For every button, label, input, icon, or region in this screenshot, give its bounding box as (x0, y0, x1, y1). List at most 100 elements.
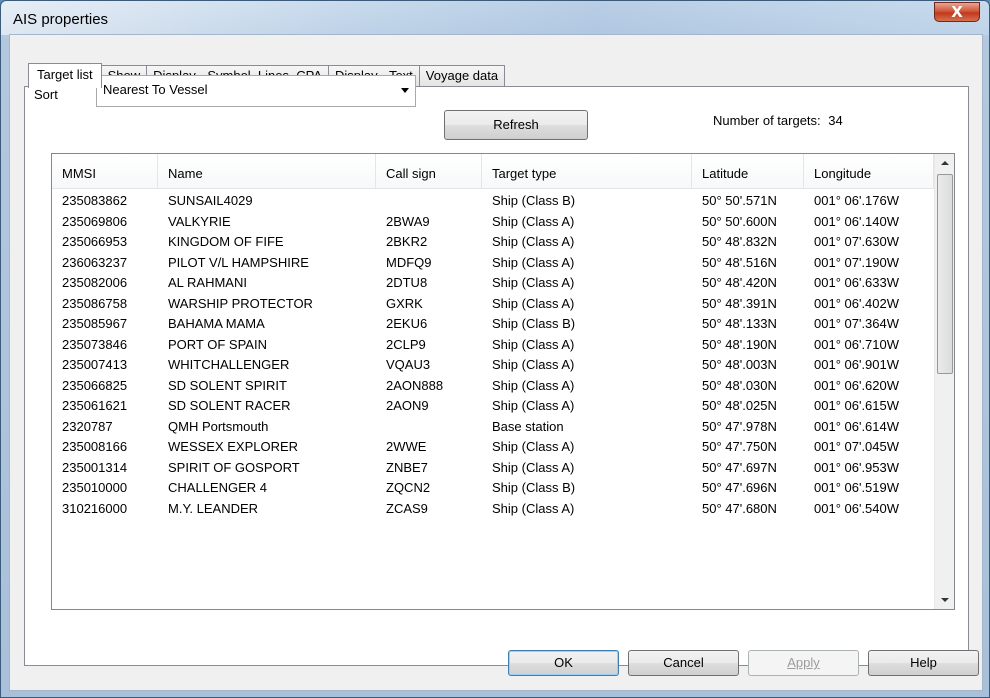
table-row[interactable]: 2320787 QMH Portsmouth Base station 50° 47'… (52, 417, 934, 438)
cell-name: M.Y. LEANDER (168, 500, 259, 516)
cell-target-type: Ship (Class A) (492, 500, 575, 516)
cell-mmsi: 235010000 (62, 480, 128, 495)
cell-target-type: Ship (Class A) (492, 357, 575, 372)
window-title: AIS properties (13, 11, 109, 28)
table-row[interactable]: 235061621 SD SOLENT RACER 2AON9 Ship (Class… (52, 396, 934, 417)
table-row[interactable]: 235010000 CHALLENGER 4 ZQCN2 Ship (Class B)… (52, 478, 934, 499)
target-list-table[interactable]: MMSI Name Call sign Target type Latitude… (51, 153, 955, 610)
table-row[interactable]: 235007413 WHITCHALLENGER VQAU3 Ship (Class … (52, 355, 934, 376)
chevron-down-icon (401, 88, 409, 93)
cell-latitude: 50° 50'.571N (702, 193, 777, 208)
cell-name: AL RAHMANI (168, 275, 247, 290)
cell-latitude: 50° 48'.003N (702, 357, 777, 372)
help-button[interactable]: Help (868, 650, 979, 676)
cell-target-type: Ship (Class A) (492, 295, 575, 311)
column-header-name[interactable]: Name (158, 154, 376, 188)
cell-longitude: 001° 06'.615W (814, 398, 900, 413)
cell-latitude: 50° 47'.696N (702, 480, 777, 495)
column-header-mmsi[interactable]: MMSI (52, 154, 158, 188)
cell-mmsi: 235066953 (62, 234, 128, 249)
ok-button[interactable]: OK (508, 650, 619, 676)
sort-dropdown[interactable]: Nearest To Vessel (96, 75, 416, 107)
cell-longitude: 001° 07'.045W (814, 439, 900, 454)
arrow-up-icon[interactable] (935, 154, 954, 172)
cell-target-type: Ship (Class B) (492, 316, 576, 331)
cell-longitude: 001° 07'.630W (814, 234, 900, 249)
table-row[interactable]: 310216000 M.Y. LEANDER ZCAS9 Ship (Class A)… (52, 499, 934, 520)
cell-target-type: Ship (Class B) (492, 193, 576, 208)
cell-name: VALKYRIE (168, 213, 231, 229)
cell-call-sign: ZCAS9 (386, 500, 428, 516)
scrollbar-thumb[interactable] (937, 174, 953, 374)
tab-target-list[interactable]: Target list (28, 63, 102, 88)
column-header-call-sign[interactable]: Call sign (376, 154, 482, 188)
arrow-down-icon[interactable] (935, 591, 954, 609)
cell-longitude: 001° 06'.140W (814, 213, 900, 229)
cell-latitude: 50° 48'.832N (702, 234, 777, 249)
apply-button-label: Apply (787, 655, 820, 670)
cell-longitude: 001° 06'.614W (814, 418, 900, 434)
table-row[interactable]: 235083862 SUNSAIL4029 Ship (Class B) 50° 50… (52, 191, 934, 212)
cell-latitude: 50° 48'.391N (702, 295, 777, 311)
table-row[interactable]: 235069806 VALKYRIE 2BWA9 Ship (Class A) 50° … (52, 212, 934, 233)
cell-call-sign: 2BKR2 (386, 234, 428, 249)
refresh-button[interactable]: Refresh (444, 110, 588, 140)
cell-name: WESSEX EXPLORER (168, 439, 299, 454)
cell-name: WARSHIP PROTECTOR (168, 295, 313, 311)
close-icon: X (951, 3, 963, 21)
table-row[interactable]: 235086758 WARSHIP PROTECTOR GXRK Ship (Clas… (52, 294, 934, 315)
table-row[interactable]: 235066953 KINGDOM OF FIFE 2BKR2 Ship (Class… (52, 232, 934, 253)
cell-latitude: 50° 48'.420N (702, 275, 777, 290)
cell-longitude: 001° 06'.953W (814, 459, 900, 475)
table-row[interactable]: 235082006 AL RAHMANI 2DTU8 Ship (Class A) 50… (52, 273, 934, 294)
cell-call-sign: ZQCN2 (386, 480, 431, 495)
tab-voyage-data[interactable]: Voyage data (418, 65, 506, 87)
cell-call-sign: ZNBE7 (386, 459, 428, 475)
cell-target-type: Ship (Class A) (492, 275, 575, 290)
apply-button[interactable]: Apply (748, 650, 859, 676)
cell-call-sign (376, 417, 482, 438)
cell-mmsi: 235001314 (62, 459, 128, 475)
cell-latitude: 50° 48'.030N (702, 377, 777, 393)
table-row[interactable]: 235085967 BAHAMA MAMA 2EKU6 Ship (Class B) 5… (52, 314, 934, 335)
cell-target-type: Ship (Class A) (492, 254, 575, 270)
close-button[interactable]: X (934, 2, 980, 22)
column-header-latitude[interactable]: Latitude (692, 154, 804, 188)
cell-call-sign: 2EKU6 (386, 316, 428, 331)
cell-mmsi: 235069806 (62, 213, 128, 229)
table-row[interactable]: 235001314 SPIRIT OF GOSPORT ZNBE7 Ship (Cla… (52, 458, 934, 479)
table-row[interactable]: 235008166 WESSEX EXPLORER 2WWE Ship (Class … (52, 437, 934, 458)
cell-name: KINGDOM OF FIFE (168, 234, 284, 249)
cell-mmsi: 235086758 (62, 295, 128, 311)
cell-longitude: 001° 06'.633W (814, 275, 900, 290)
cell-longitude: 001° 06'.620W (814, 377, 900, 393)
cell-longitude: 001° 06'.402W (814, 295, 900, 311)
cell-name: QMH Portsmouth (168, 418, 269, 434)
cell-latitude: 50° 47'.978N (702, 418, 777, 434)
column-header-target-type[interactable]: Target type (482, 154, 692, 188)
cell-call-sign (376, 191, 482, 212)
cell-latitude: 50° 48'.133N (702, 316, 777, 331)
cell-target-type: Ship (Class A) (492, 377, 575, 393)
cell-call-sign: 2CLP9 (386, 336, 426, 352)
cancel-button[interactable]: Cancel (628, 650, 739, 676)
cell-call-sign: 2AON888 (386, 377, 444, 393)
title-bar[interactable]: AIS properties X (1, 1, 989, 35)
cell-name: CHALLENGER 4 (168, 480, 267, 495)
table-row[interactable]: 236063237 PILOT V/L HAMPSHIRE MDFQ9 Ship (C… (52, 253, 934, 274)
table-header: MMSI Name Call sign Target type Latitude… (52, 154, 934, 189)
cell-name: SPIRIT OF GOSPORT (168, 459, 300, 475)
cell-target-type: Ship (Class A) (492, 336, 575, 352)
table-row[interactable]: 235073846 PORT OF SPAIN 2CLP9 Ship (Class A… (52, 335, 934, 356)
targets-count-label: Number of targets: (713, 113, 821, 128)
cell-target-type: Ship (Class A) (492, 459, 575, 475)
cell-latitude: 50° 48'.025N (702, 398, 777, 413)
table-row[interactable]: 235066825 SD SOLENT SPIRIT 2AON888 Ship (Cl… (52, 376, 934, 397)
sort-label: Sort (34, 87, 58, 102)
cell-latitude: 50° 50'.600N (702, 213, 777, 229)
vertical-scrollbar[interactable] (934, 154, 954, 609)
cell-mmsi: 235061621 (62, 398, 128, 413)
cell-longitude: 001° 06'.901W (814, 357, 900, 372)
column-header-longitude[interactable]: Longitude (804, 154, 934, 188)
cell-longitude: 001° 06'.176W (814, 193, 900, 208)
